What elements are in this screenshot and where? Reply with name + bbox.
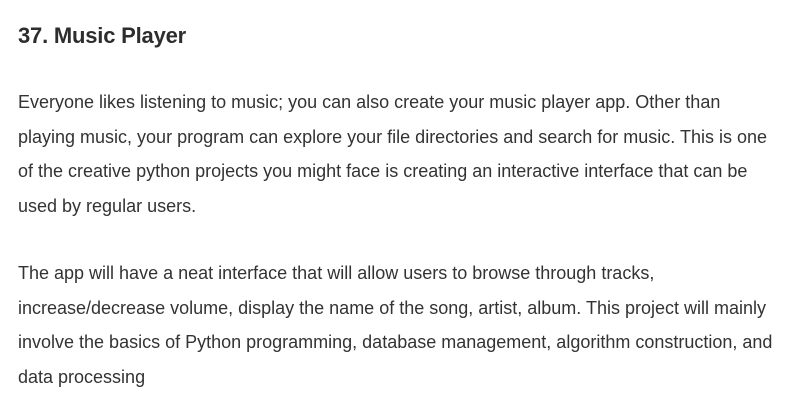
- paragraph-intro: Everyone likes listening to music; you c…: [18, 92, 767, 216]
- article-section: 37. Music Player Everyone likes listenin…: [18, 0, 778, 394]
- paragraph-details: The app will have a neat interface that …: [18, 263, 773, 387]
- section-heading: 37. Music Player: [18, 23, 187, 48]
